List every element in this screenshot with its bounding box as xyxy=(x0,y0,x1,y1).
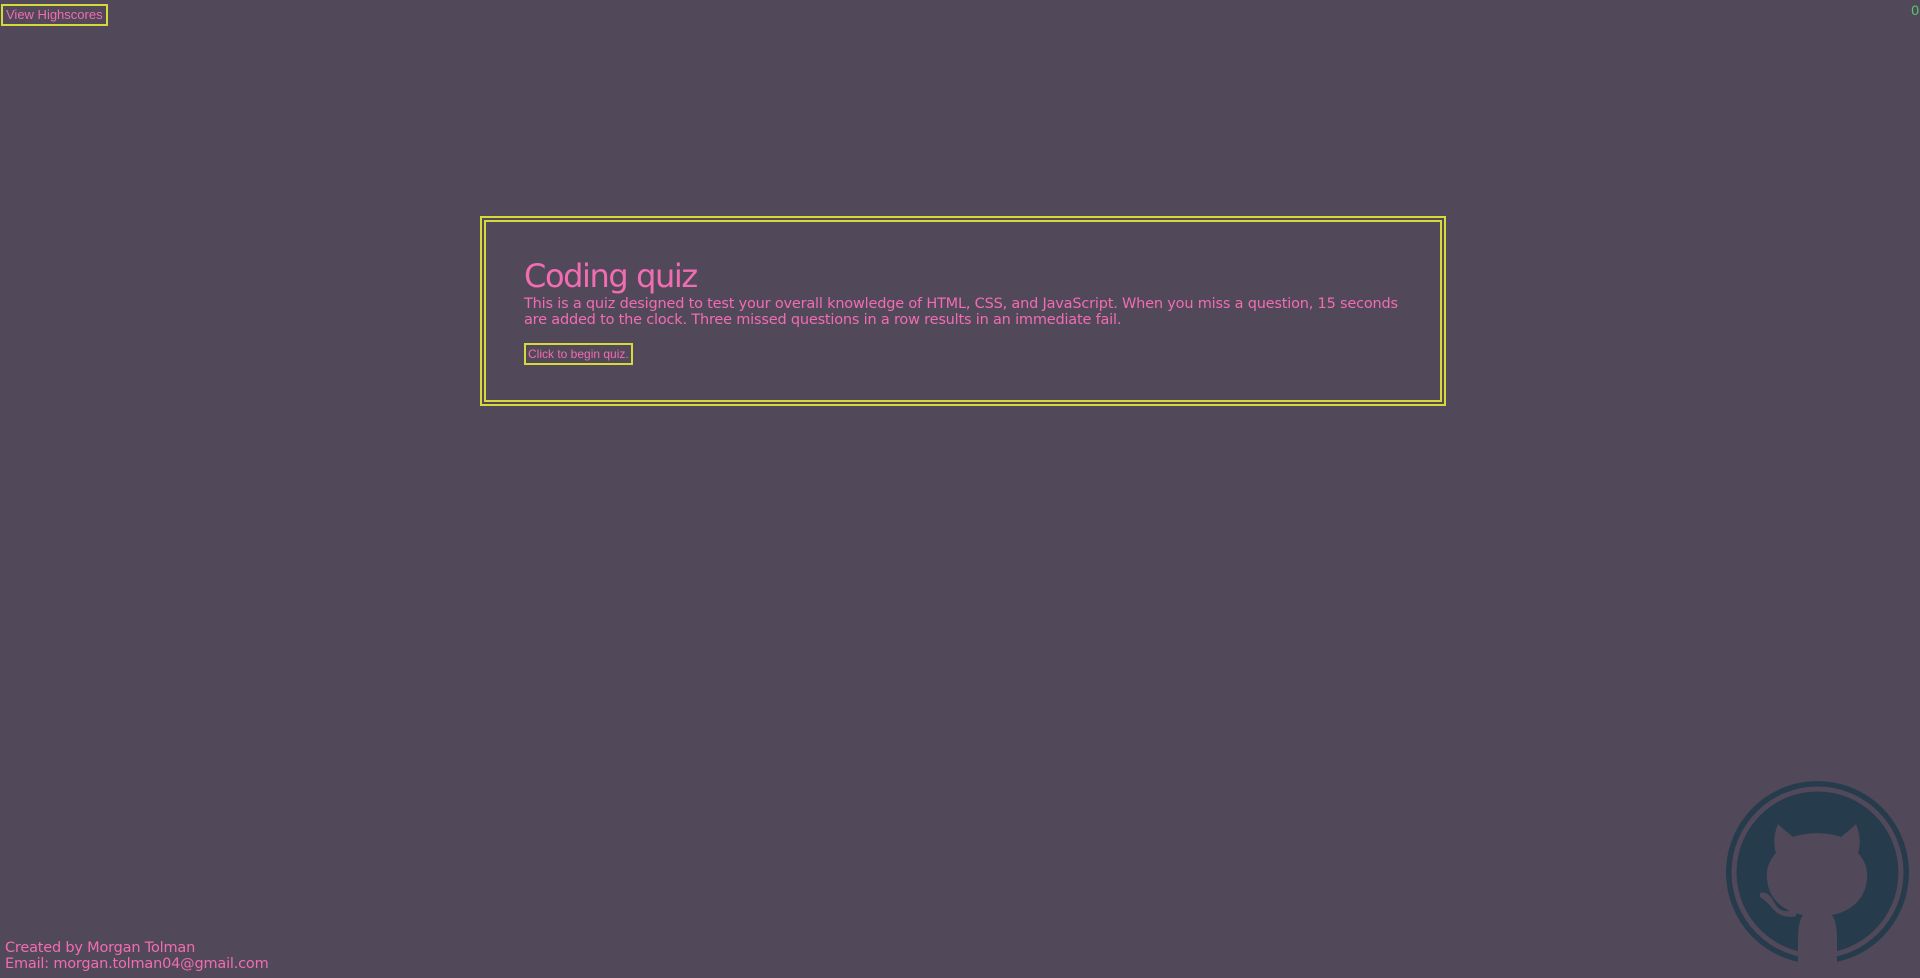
quiz-title: Coding quiz xyxy=(524,257,698,295)
footer: Created by Morgan Tolman Email: morgan.t… xyxy=(5,940,269,972)
view-highscores-button[interactable]: View Highscores xyxy=(1,4,108,26)
github-link[interactable] xyxy=(1726,781,1909,964)
footer-email: Email: morgan.tolman04@gmail.com xyxy=(5,956,269,972)
quiz-intro-card: Coding quiz This is a quiz designed to t… xyxy=(480,216,1446,406)
github-icon xyxy=(1726,781,1909,964)
timer-display: 0 xyxy=(1911,2,1919,18)
quiz-description: This is a quiz designed to test your ove… xyxy=(524,296,1398,328)
footer-created-by: Created by Morgan Tolman xyxy=(5,940,196,956)
begin-quiz-button[interactable]: Click to begin quiz. xyxy=(524,343,633,365)
